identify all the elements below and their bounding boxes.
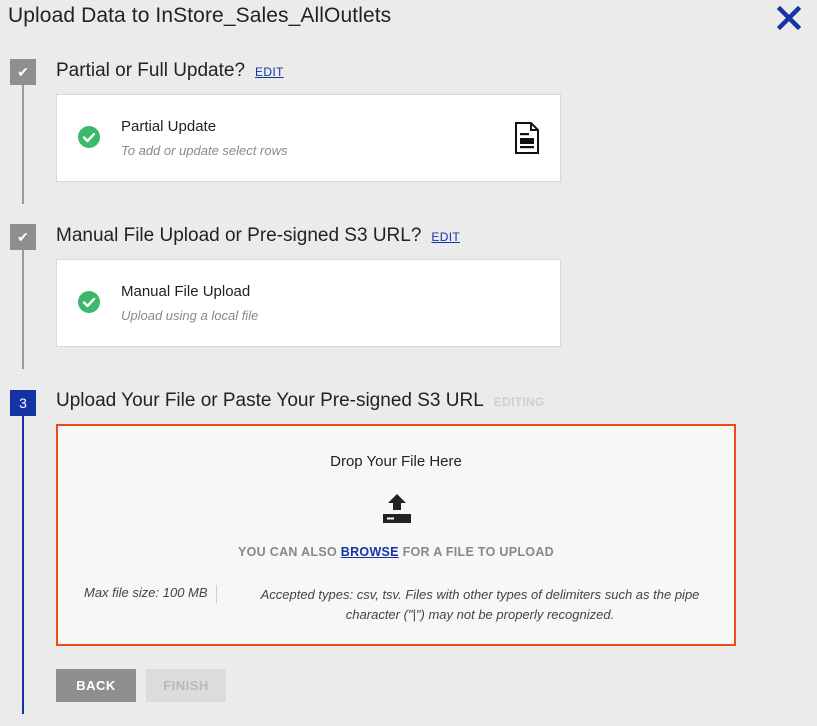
checkmark-icon: ✔	[17, 228, 29, 245]
accepted-types: Accepted types: csv, tsv. Files with oth…	[260, 587, 700, 622]
option-title: Manual File Upload	[121, 283, 251, 300]
checkmark-icon: ✔	[17, 63, 29, 80]
upload-icon	[383, 494, 411, 523]
step-3-title: Upload Your File or Paste Your Pre-signe…	[56, 390, 484, 411]
step-3-active-marker: 3	[10, 390, 36, 416]
option-title: Partial Update	[121, 118, 217, 135]
document-icon	[515, 122, 539, 154]
step-1-connector	[22, 85, 24, 204]
option-subtitle: Upload using a local file	[121, 308, 259, 323]
option-subtitle: To add or update select rows	[121, 143, 288, 158]
step-2-title-row: Manual File Upload or Pre-signed S3 URL?…	[56, 225, 460, 247]
step-3-status: EDITING	[493, 395, 545, 409]
check-circle-icon	[78, 126, 100, 148]
browse-link[interactable]: BROWSE	[341, 545, 399, 559]
step-3-connector	[22, 416, 24, 714]
step-2-edit-link[interactable]: EDIT	[431, 230, 460, 244]
partial-update-option-card[interactable]: Partial Update To add or update select r…	[56, 94, 561, 182]
step-2-title: Manual File Upload or Pre-signed S3 URL?	[56, 225, 422, 246]
file-drop-zone[interactable]: Drop Your File Here YOU CAN ALSO BROWSE …	[56, 424, 736, 646]
step-1-complete-marker: ✔	[10, 59, 36, 85]
step-3-number: 3	[19, 395, 27, 411]
manual-upload-option-card[interactable]: Manual File Upload Upload using a local …	[56, 259, 561, 347]
browse-prefix: YOU CAN ALSO	[238, 545, 341, 559]
step-3-title-row: Upload Your File or Paste Your Pre-signe…	[56, 390, 545, 412]
check-circle-icon	[78, 291, 100, 313]
step-1-edit-link[interactable]: EDIT	[255, 65, 284, 79]
step-2-complete-marker: ✔	[10, 224, 36, 250]
browse-line: YOU CAN ALSO BROWSE FOR A FILE TO UPLOAD	[58, 545, 734, 559]
drop-zone-title: Drop Your File Here	[330, 453, 462, 470]
finish-button[interactable]: FINISH	[146, 669, 226, 702]
browse-suffix: FOR A FILE TO UPLOAD	[398, 545, 554, 559]
step-1-title: Partial or Full Update?	[56, 60, 246, 81]
back-button[interactable]: BACK	[56, 669, 136, 702]
close-icon[interactable]	[777, 6, 801, 30]
step-1-title-row: Partial or Full Update? EDIT	[56, 60, 284, 82]
step-2-connector	[22, 250, 24, 369]
max-file-size: Max file size: 100 MB	[84, 585, 217, 603]
dialog-title: Upload Data to InStore_Sales_AllOutlets	[8, 4, 392, 27]
